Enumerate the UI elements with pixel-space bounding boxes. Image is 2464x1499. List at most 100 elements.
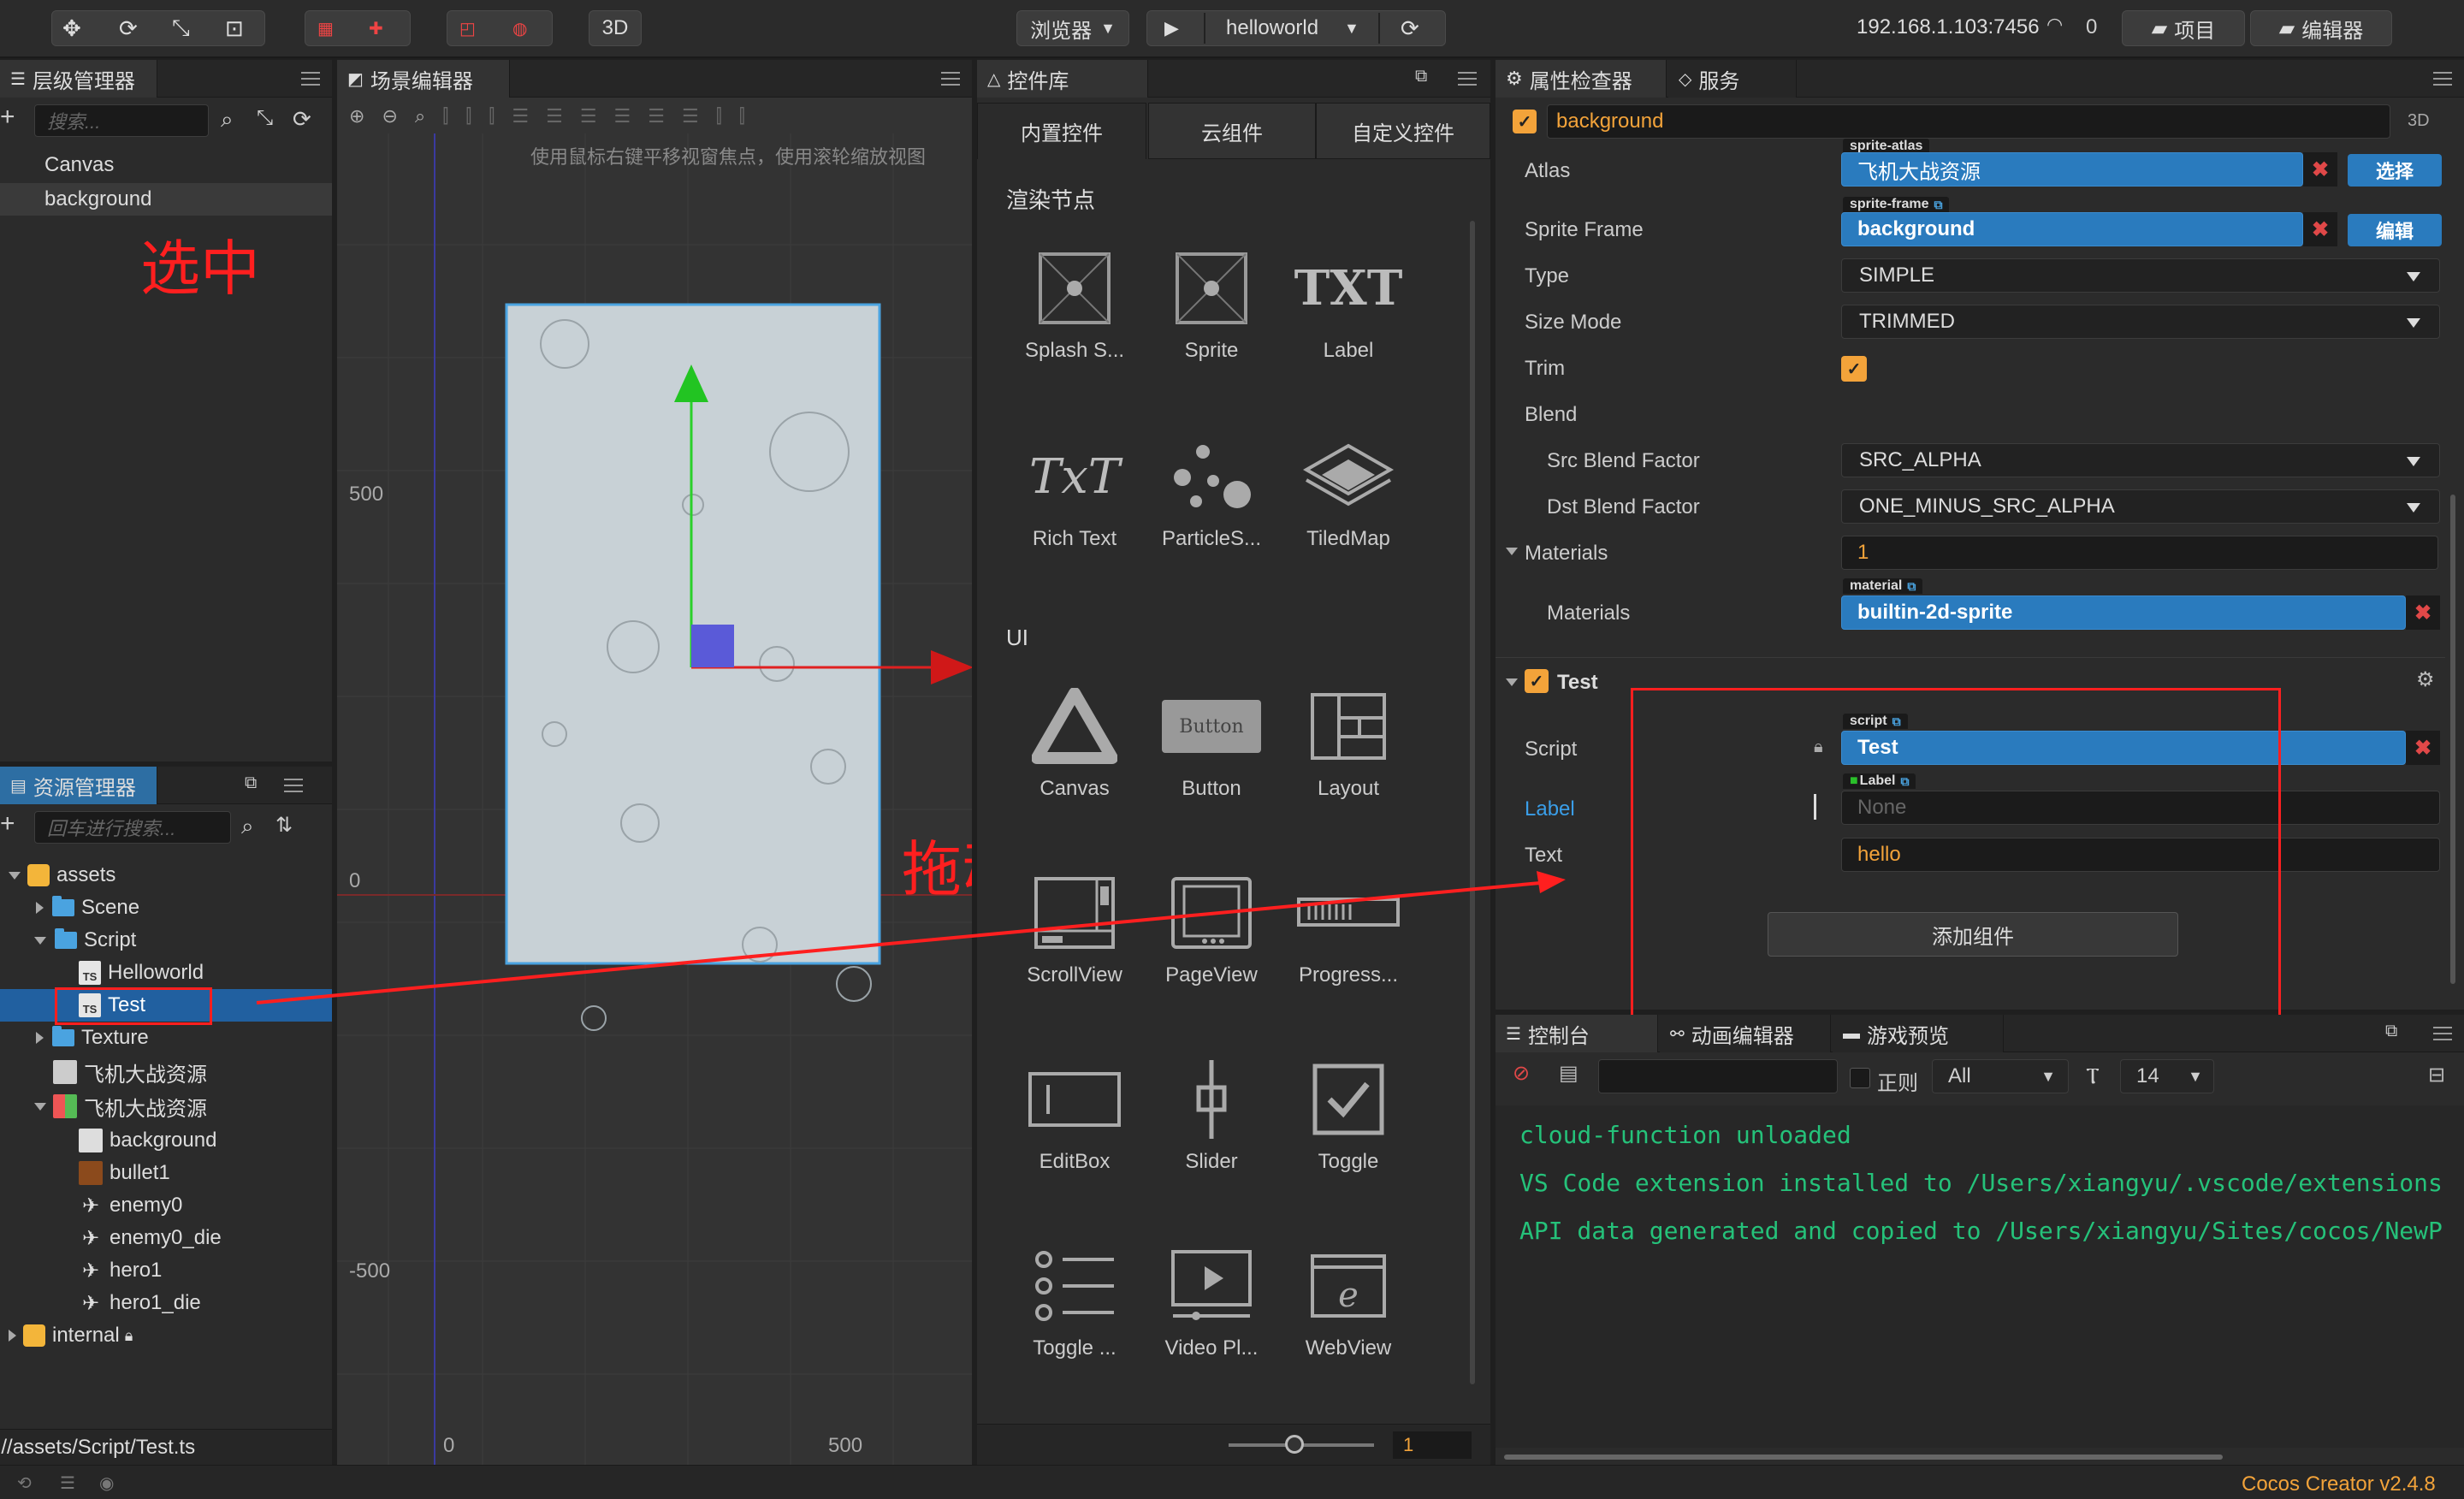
tab-inspector[interactable]: ⚙ 属性检查器 (1496, 60, 1667, 98)
distribute-icon[interactable]: ⫿ (716, 105, 722, 127)
zoom-input[interactable]: 1 (1393, 1431, 1472, 1459)
tab-builtin[interactable]: 内置控件 (977, 103, 1146, 159)
comp-scrollview[interactable]: ScrollView (1006, 866, 1143, 987)
popout-icon[interactable]: ⧉ (245, 773, 257, 793)
expand-icon[interactable] (34, 936, 46, 945)
popout-icon[interactable]: ⧉ (2385, 1022, 2397, 1041)
hierarchy-search-input[interactable]: 搜索... (34, 104, 209, 137)
log-level-select[interactable]: All ▼ (1932, 1059, 2069, 1093)
sort-icon[interactable]: ⇅ (275, 813, 293, 838)
tree-node-background[interactable]: background (0, 183, 332, 216)
tab-game-preview[interactable]: ▬ 游戏预览 (1833, 1015, 2004, 1052)
rotate-icon[interactable]: ⟳ (119, 15, 138, 42)
tree-node-plane-atlas[interactable]: 飞机大战资源 (0, 1090, 332, 1123)
comp-rich-text[interactable]: TxT Rich Text (1006, 430, 1143, 551)
tree-node-enemy0[interactable]: ✈ enemy0 (0, 1189, 332, 1222)
expand-icon[interactable] (34, 1102, 46, 1111)
tab-cloud[interactable]: 云组件 (1148, 103, 1316, 159)
sync-icon[interactable]: ⟲ (17, 1472, 32, 1494)
zoom-slider-thumb[interactable] (1285, 1435, 1304, 1454)
search-icon[interactable]: ⌕ (241, 813, 254, 840)
comp-webview[interactable]: e WebView (1280, 1239, 1417, 1360)
tab-custom[interactable]: 自定义控件 (1316, 103, 1490, 159)
db-icon[interactable]: ☰ (60, 1472, 75, 1494)
comp-toggle[interactable]: Toggle (1280, 1052, 1417, 1174)
comp-editbox[interactable]: EditBox (1006, 1052, 1143, 1174)
expand-icon[interactable] (9, 871, 21, 880)
expand-icon[interactable] (9, 1330, 16, 1342)
comp-sprite[interactable]: Sprite (1143, 241, 1280, 363)
tree-node-internal[interactable]: internal 🔒︎ (0, 1319, 332, 1352)
grid-icon[interactable]: ◍ (512, 18, 527, 39)
tab-assets[interactable]: ▤ 资源管理器 (0, 767, 157, 804)
library-scrollbar[interactable] (1470, 221, 1475, 1384)
expand-icon[interactable] (36, 902, 44, 914)
collapse-icon[interactable]: ⤡ (257, 106, 273, 130)
align-top-icon[interactable]: ☰ (512, 105, 529, 127)
tree-node-texture[interactable]: Texture (0, 1022, 332, 1054)
local-icon[interactable]: ✚ (369, 18, 383, 39)
comp-progressbar[interactable]: Progress... (1280, 866, 1417, 987)
refresh-icon[interactable]: ⟳ (293, 106, 311, 133)
tree-node-bullet1[interactable]: bullet1 (0, 1157, 332, 1189)
tab-console[interactable]: ☰ 控制台 (1496, 1015, 1658, 1052)
tree-node-script[interactable]: Script (0, 924, 332, 957)
tree-node-hero1-die[interactable]: ✈ hero1_die (0, 1287, 332, 1319)
log-file-icon[interactable]: ▤ (1559, 1061, 1578, 1086)
comp-canvas[interactable]: Canvas (1006, 679, 1143, 801)
align-right-icon[interactable]: ⫿ (489, 105, 495, 127)
console-filter-input[interactable] (1598, 1059, 1838, 1093)
align-center-icon[interactable]: ⫿ (465, 105, 471, 127)
pivot-icon[interactable]: ▦ (317, 18, 334, 39)
distribute-icon[interactable]: ☰ (648, 105, 665, 127)
add-icon[interactable]: + (0, 103, 15, 132)
comp-button[interactable]: Button Button (1143, 679, 1280, 801)
align-left-icon[interactable]: ⫿ (442, 105, 448, 127)
add-icon[interactable]: + (0, 809, 15, 838)
align-bottom-icon[interactable]: ☰ (580, 105, 597, 127)
tree-node-helloworld[interactable]: TS Helloworld (0, 957, 332, 989)
zoom-in-icon[interactable]: ⊕ (349, 105, 364, 127)
project-button[interactable]: ▰ 项目 (2122, 10, 2245, 46)
comp-pageview[interactable]: PageView (1143, 866, 1280, 987)
comp-label[interactable]: TXT Label (1280, 241, 1417, 363)
popout-icon[interactable]: ⧉ (1415, 67, 1427, 86)
rect-icon[interactable]: ⊡ (225, 15, 244, 42)
tab-library[interactable]: △ 控件库 (977, 60, 1148, 98)
scene-select[interactable]: helloworld (1226, 16, 1318, 40)
zoom-out-icon[interactable]: ⊖ (382, 105, 397, 127)
tree-node-plane-image[interactable]: 飞机大战资源 (0, 1056, 332, 1088)
tab-service[interactable]: ◇ 服务 (1668, 60, 1797, 98)
panel-menu-icon[interactable] (2433, 72, 2452, 86)
transform-tools[interactable]: ✥ ⟳ ⤡ ⊡ (51, 10, 265, 46)
panel-menu-icon[interactable] (941, 72, 960, 86)
comp-toggle-container[interactable]: Toggle ... (1006, 1239, 1143, 1360)
toggle-3d-button[interactable]: 3D (589, 10, 642, 46)
tab-animation[interactable]: ⚯ 动画编辑器 (1660, 1015, 1831, 1052)
tree-node-canvas[interactable]: Canvas (0, 149, 332, 181)
comp-splash-sprite[interactable]: Splash S... (1006, 241, 1143, 363)
scene-viewport[interactable] (337, 133, 972, 1465)
collapse-icon[interactable]: ⊟ (2428, 1063, 2445, 1087)
comp-layout[interactable]: Layout (1280, 679, 1417, 801)
zoom-reset-icon[interactable]: ⌕ (415, 105, 425, 127)
align-middle-icon[interactable]: ☰ (546, 105, 563, 127)
comp-slider[interactable]: Slider (1143, 1052, 1280, 1174)
comp-videoplayer[interactable]: Video Pl... (1143, 1239, 1280, 1360)
snap-tools[interactable]: ◰ ◍ (447, 10, 553, 46)
scrollbar[interactable] (2450, 495, 2455, 984)
eye-icon[interactable]: ◉ (99, 1472, 114, 1494)
tree-node-enemy0-die[interactable]: ✈ enemy0_die (0, 1222, 332, 1254)
panel-menu-icon[interactable] (2433, 1027, 2452, 1040)
tab-hierarchy[interactable]: ☰ 层级管理器 (0, 60, 157, 98)
browser-dropdown[interactable]: 浏览器 ▼ (1016, 10, 1129, 46)
scale-icon[interactable]: ⤡ (172, 15, 190, 42)
regex-checkbox[interactable] (1850, 1068, 1870, 1088)
expand-icon[interactable] (36, 1032, 44, 1044)
distribute-icon[interactable]: ☰ (614, 105, 631, 127)
clear-console-icon[interactable]: ⊘ (1513, 1061, 1530, 1086)
move-icon[interactable]: ✥ (62, 15, 81, 42)
tree-node-scene[interactable]: Scene (0, 892, 332, 924)
panel-menu-icon[interactable] (301, 72, 320, 86)
distribute-icon[interactable]: ☰ (682, 105, 699, 127)
